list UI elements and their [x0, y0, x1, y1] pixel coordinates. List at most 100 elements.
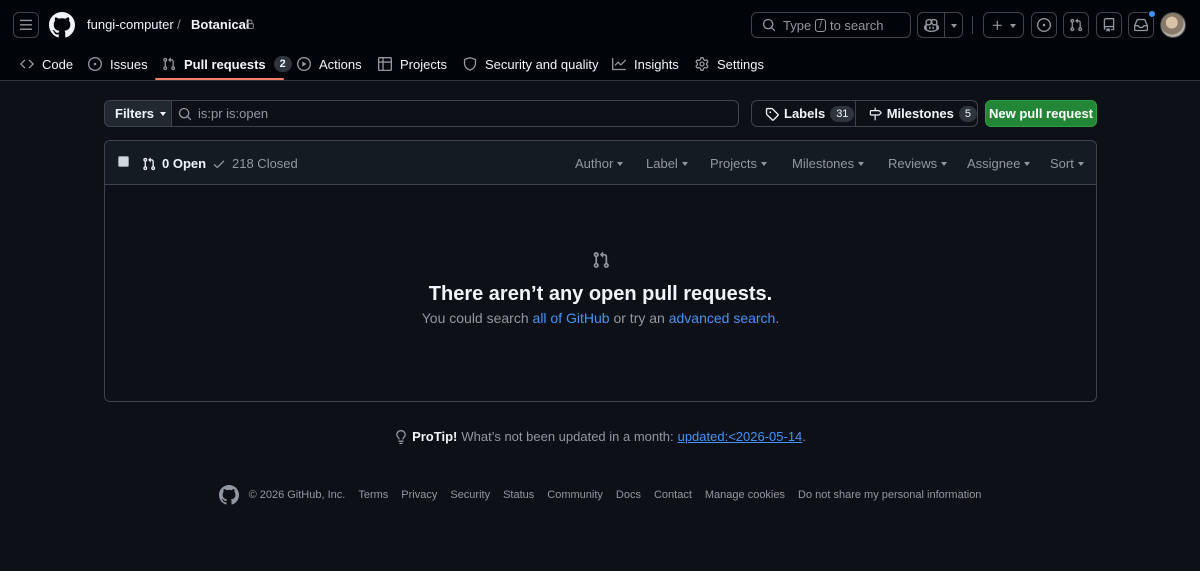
tab-settings[interactable]: Settings [695, 47, 764, 81]
repo-icon [1103, 18, 1115, 32]
gear-icon [695, 57, 709, 71]
footer-link-do-not-share[interactable]: Do not share my personal information [798, 489, 981, 501]
reviews-filter[interactable]: Reviews [888, 156, 948, 171]
chevron-down-icon [950, 23, 957, 28]
footer-link-status[interactable]: Status [503, 489, 534, 501]
all-of-github-link[interactable]: all of GitHub [533, 310, 610, 326]
menu-button[interactable] [13, 12, 39, 38]
chevron-down-icon [160, 112, 167, 116]
reviews-filter-label: Reviews [888, 156, 938, 171]
milestones-button[interactable]: Milestones 5 [855, 100, 978, 127]
assignee-filter-label: Assignee [967, 156, 1021, 171]
pull-requests-button[interactable] [1063, 12, 1089, 38]
milestones-filter[interactable]: Milestones [792, 156, 865, 171]
tab-code[interactable]: Code [20, 47, 73, 81]
tab-projects-label: Projects [400, 56, 447, 72]
footer-link-manage-cookies[interactable]: Manage cookies [705, 489, 785, 501]
search-input[interactable] [198, 106, 718, 121]
protip-label: ProTip! [412, 429, 458, 444]
blankslate: There aren’t any open pull requests. You… [105, 185, 1096, 401]
shield-icon [463, 57, 477, 71]
tag-icon [765, 107, 779, 121]
tab-security[interactable]: Security and quality [463, 47, 598, 81]
tab-insights[interactable]: Insights [612, 47, 679, 81]
footer-link-contact[interactable]: Contact [654, 489, 692, 501]
tab-projects[interactable]: Projects [378, 47, 447, 81]
play-icon [297, 57, 311, 71]
pull-requests-counter: 2 [273, 56, 292, 72]
breadcrumb-separator: / [177, 17, 181, 32]
milestones-label: Milestones [886, 106, 954, 121]
repositories-button[interactable] [1096, 12, 1122, 38]
light-bulb-icon [396, 429, 406, 444]
chevron-down-icon [617, 162, 624, 166]
search-prefix: Type [783, 17, 812, 33]
issue-icon [88, 57, 102, 71]
label-filter[interactable]: Label [646, 156, 688, 171]
footer-link-docs[interactable]: Docs [616, 489, 641, 501]
breadcrumb-repo[interactable]: Botanical [191, 17, 250, 32]
code-icon [20, 59, 34, 69]
chevron-down-icon [941, 162, 948, 166]
protip-text: What’s not been updated in a month: [461, 429, 674, 444]
tab-issues-label: Issues [110, 56, 148, 72]
open-filter[interactable]: 0 Open [142, 156, 206, 171]
header-divider [972, 16, 973, 34]
protip-query-link[interactable]: updated:<2026-05-14 [678, 429, 803, 444]
footer-link-community[interactable]: Community [547, 489, 603, 501]
footer-copyright: © 2026 GitHub, Inc. [248, 489, 346, 501]
menu-icon [19, 19, 33, 30]
unread-indicator [1148, 10, 1156, 18]
projects-filter[interactable]: Projects [710, 156, 767, 171]
github-logo-icon[interactable] [49, 12, 75, 38]
labels-button[interactable]: Labels 31 [751, 100, 856, 127]
tab-pull-requests[interactable]: Pull requests 2 [162, 47, 292, 81]
tab-security-label: Security and quality [485, 56, 599, 72]
chevron-down-icon [1010, 23, 1016, 28]
plus-icon [992, 20, 1002, 30]
pull-request-icon [593, 251, 609, 268]
footer: © 2026 GitHub, Inc. Terms Privacy Securi… [0, 485, 1200, 505]
blankslate-text: You could search all of GitHub or try an… [105, 310, 1096, 326]
repo-nav: Code Issues Pull requests 2 Actions Proj… [0, 47, 1200, 81]
tab-code-label: Code [42, 56, 74, 72]
github-logo-icon[interactable] [218, 485, 239, 505]
list-header: 0 Open 218 Closed Author Label Projects … [105, 141, 1096, 185]
tab-actions[interactable]: Actions [297, 47, 362, 81]
sort-filter[interactable]: Sort [1050, 156, 1084, 171]
copilot-dropdown-button[interactable] [944, 12, 963, 38]
footer-link-security[interactable]: Security [450, 489, 490, 501]
footer-link-terms[interactable]: Terms [358, 489, 388, 501]
select-all-checkbox[interactable] [118, 156, 129, 167]
footer-link-privacy[interactable]: Privacy [401, 489, 437, 501]
issues-button[interactable] [1031, 12, 1057, 38]
table-icon [378, 57, 392, 71]
pull-request-icon [1070, 18, 1083, 32]
tab-pull-requests-label: Pull requests [184, 56, 266, 72]
protip: ProTip! What’s not been updated in a mon… [0, 429, 1200, 444]
create-new-button[interactable] [983, 12, 1024, 38]
chevron-down-icon [760, 162, 767, 166]
milestone-icon [869, 107, 882, 120]
new-pull-request-button[interactable]: New pull request [985, 100, 1097, 127]
active-tab-indicator [155, 78, 284, 80]
milestones-filter-label: Milestones [792, 156, 855, 171]
filters-button[interactable]: Filters [104, 100, 172, 127]
labels-label: Labels [784, 106, 826, 121]
copilot-button[interactable] [917, 12, 945, 38]
advanced-search-link[interactable]: advanced search [669, 310, 776, 326]
blankslate-title: There aren’t any open pull requests. [428, 283, 773, 305]
global-search-button[interactable]: Type / to search [751, 12, 911, 38]
search-suffix: to search [829, 17, 884, 33]
tab-settings-label: Settings [717, 56, 764, 72]
avatar[interactable] [1160, 12, 1186, 38]
chevron-down-icon [1077, 162, 1084, 166]
tab-issues[interactable]: Issues [88, 47, 148, 81]
open-count-label: 0 Open [162, 156, 207, 171]
search-icon [178, 107, 192, 120]
breadcrumb-owner[interactable]: fungi-computer [87, 17, 174, 32]
author-filter-label: Author [575, 156, 614, 171]
closed-filter[interactable]: 218 Closed [212, 156, 298, 171]
author-filter[interactable]: Author [575, 156, 624, 171]
assignee-filter[interactable]: Assignee [967, 156, 1031, 171]
